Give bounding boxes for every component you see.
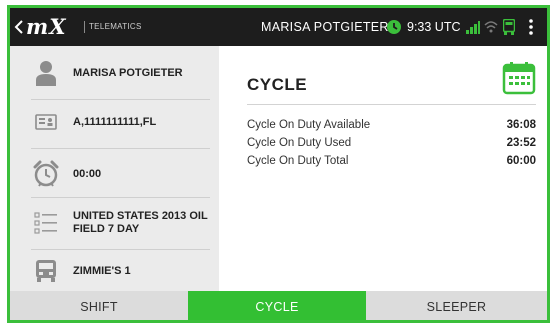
sidebar-item-label: MARISA POTGIETER <box>73 66 183 79</box>
row-value: 23:52 <box>506 137 536 149</box>
sidebar-item-driver[interactable]: MARISA POTGIETER <box>31 60 210 86</box>
signal-icon <box>466 21 480 34</box>
row-label: Cycle On Duty Total <box>247 155 349 167</box>
sidebar-divider <box>31 99 210 100</box>
header-driver-name: MARISA POTGIETER <box>261 20 389 34</box>
logo-divider <box>84 21 85 33</box>
title-divider <box>247 104 536 105</box>
sidebar-divider <box>31 197 210 198</box>
sidebar-item-vehicle[interactable]: ZIMMIE'S 1 <box>31 259 210 283</box>
person-icon <box>31 60 61 86</box>
clock-status-icon[interactable] <box>386 19 402 35</box>
truck-icon <box>31 259 61 283</box>
row-label: Cycle On Duty Used <box>247 137 352 149</box>
wifi-icon <box>484 21 498 33</box>
app-frame: mX TELEMATICS MARISA POTGIETER 9:33 UTC <box>7 5 550 323</box>
top-bar: mX TELEMATICS MARISA POTGIETER 9:33 UTC <box>10 8 547 46</box>
page-title: CYCLE <box>247 75 308 94</box>
truck-status-icon[interactable] <box>503 19 515 35</box>
sidebar-item-label: A,1111111111,FL <box>73 115 157 128</box>
sidebar-item-timer[interactable]: 00:00 <box>31 160 210 188</box>
sidebar-item-label: 00:00 <box>73 167 102 180</box>
overflow-menu-icon[interactable] <box>526 18 536 36</box>
tab-shift[interactable]: SHIFT <box>10 291 188 320</box>
sidebar-item-license[interactable]: A,1111111111,FL <box>31 112 210 132</box>
bottom-tab-bar: SHIFT CYCLE SLEEPER <box>10 291 547 320</box>
row-value: 60:00 <box>506 155 536 167</box>
app-logo: mX <box>26 14 67 39</box>
id-card-icon <box>31 114 61 130</box>
logo-subtitle: TELEMATICS <box>89 22 142 31</box>
ruleset-icon <box>31 212 61 234</box>
sidebar-item-label: ZIMMIE'S 1 <box>73 264 131 277</box>
calendar-icon[interactable] <box>502 61 536 95</box>
cycle-row-used: Cycle On Duty Used 23:52 <box>247 137 536 152</box>
header-time: 9:33 UTC <box>407 20 461 34</box>
tab-cycle[interactable]: CYCLE <box>188 291 366 320</box>
sidebar-divider <box>31 148 210 149</box>
cycle-row-total: Cycle On Duty Total 60:00 <box>247 155 536 170</box>
cycle-row-available: Cycle On Duty Available 36:08 <box>247 119 536 134</box>
alarm-clock-icon <box>31 160 61 188</box>
row-value: 36:08 <box>506 119 536 131</box>
sidebar-item-ruleset[interactable]: UNITED STATES 2013 OIL FIELD 7 DAY <box>31 206 210 240</box>
sidebar-item-label: UNITED STATES 2013 OIL FIELD 7 DAY <box>73 210 208 235</box>
row-label: Cycle On Duty Available <box>247 119 371 131</box>
back-chevron-icon[interactable] <box>14 19 24 35</box>
cycle-panel: CYCLE Cycle On Duty Available 36:08 Cycl… <box>219 46 547 291</box>
sidebar-divider <box>31 249 210 250</box>
tab-sleeper[interactable]: SLEEPER <box>366 291 547 320</box>
driver-info-panel: MARISA POTGIETER A,1111111111,FL 00:00 U… <box>10 46 219 291</box>
